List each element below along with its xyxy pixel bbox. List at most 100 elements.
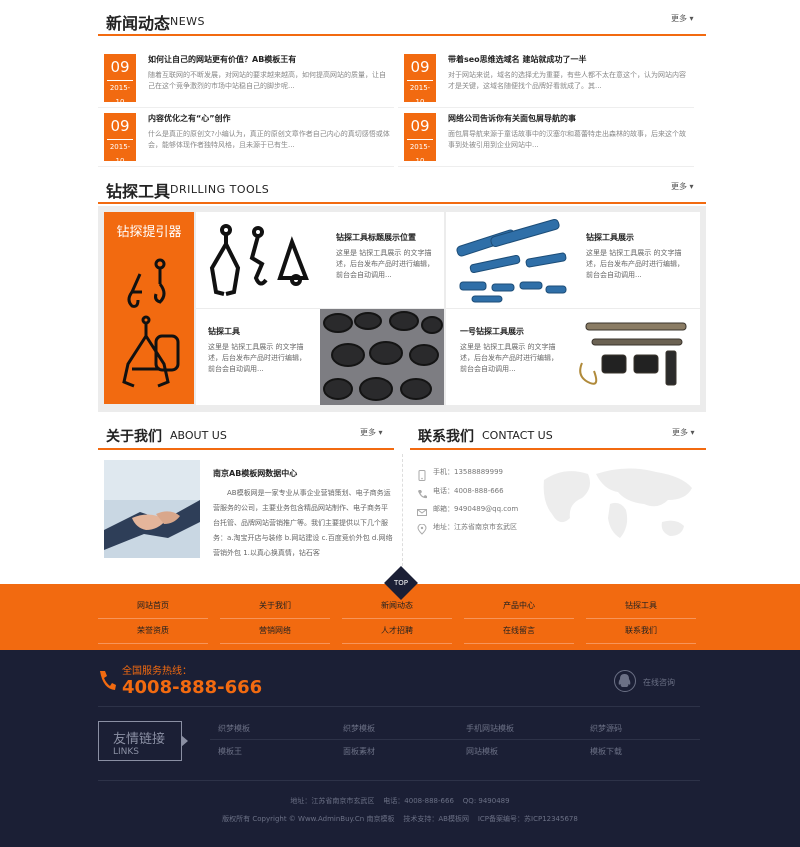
- tools-header: 钻探工具 DRILLING TOOLS 更多 ▾: [98, 174, 706, 204]
- tool-card[interactable]: 钻探工具 这里是 钻探工具展示 的文字描述，后台发布产品时进行编辑，前台会自动调…: [196, 309, 444, 405]
- back-to-top-label[interactable]: TOP: [389, 579, 413, 587]
- footer-nav-honors[interactable]: 荣誉资质: [98, 625, 208, 636]
- footer-nav-network[interactable]: 营销网络: [220, 625, 330, 636]
- links-arrow: [181, 735, 188, 747]
- divider: [98, 166, 394, 167]
- drill-rods-image: [456, 218, 567, 303]
- swivel-hook-image: [209, 224, 309, 296]
- tools-feature-label: 钻探提引器: [116, 225, 182, 240]
- tool-card[interactable]: 钻探工具展示 这里是 钻探工具展示 的文字描述，后台发布产品时进行编辑，前台会自…: [446, 212, 700, 308]
- divider: [98, 780, 700, 781]
- divider: [98, 706, 700, 707]
- about-desc: AB模板网是一家专业从事企业营销策划、电子商务运营服务的公司，主要业务包含精品网…: [213, 489, 393, 557]
- news-item-desc: 面包屑导航来源于童话故事中的汉塞尔和葛蕾特走出森林的故事，后来这个故事到处被引用…: [448, 130, 686, 149]
- footer-nav-news[interactable]: 新闻动态: [342, 600, 452, 611]
- links-badge: 友情链接 LINKS: [98, 721, 182, 761]
- friend-link[interactable]: 模板下载: [590, 746, 622, 757]
- about-more-link[interactable]: 更多 ▾: [360, 427, 383, 438]
- contact-title-en: CONTACT US: [482, 429, 553, 442]
- news-date-badge: 09 2015-10: [104, 54, 136, 106]
- footer-nav-home[interactable]: 网站首页: [98, 600, 208, 611]
- friend-link[interactable]: 织梦源码: [590, 723, 622, 734]
- mobile-icon: [417, 466, 427, 481]
- footer-nav-products[interactable]: 产品中心: [464, 600, 574, 611]
- divider: [586, 643, 696, 644]
- news-item[interactable]: 09 2015-10 网络公司告诉你有关面包屑导航的事 面包屑导航来源于童话故事中…: [398, 113, 694, 165]
- divider: [210, 739, 700, 740]
- footer-nav-jobs[interactable]: 人才招聘: [342, 625, 452, 636]
- news-date-badge: 09 2015-10: [104, 113, 136, 165]
- phone-hotline-icon: [98, 669, 116, 691]
- friend-link[interactable]: 织梦模板: [343, 723, 375, 734]
- contact-phone: 电话：4008-888-666: [433, 487, 504, 495]
- tool-title[interactable]: 钻探工具标题展示位置: [336, 232, 416, 243]
- about-title: 关于我们: [106, 429, 162, 445]
- divider: [98, 643, 208, 644]
- footer-nav-about[interactable]: 关于我们: [220, 600, 330, 611]
- contact-more-link[interactable]: 更多 ▾: [672, 427, 695, 438]
- news-item-title[interactable]: 如何让自己的网站更有价值？AB模板王有: [148, 54, 296, 65]
- news-date-badge: 09 2015-10: [404, 113, 436, 165]
- tool-card[interactable]: 钻探工具标题展示位置 这里是 钻探工具展示 的文字描述，后台发布产品时进行编辑，…: [196, 212, 444, 308]
- world-map-image: [543, 468, 692, 538]
- divider: [98, 107, 394, 108]
- friend-link[interactable]: 网站模板: [466, 746, 498, 757]
- divider: [464, 643, 574, 644]
- contact-email: 邮箱：9490489@qq.com: [433, 505, 519, 513]
- contact-address: 地址：江苏省南京市玄武区: [433, 523, 517, 531]
- friend-link[interactable]: 面板素材: [343, 746, 375, 757]
- footer-nav-message[interactable]: 在线留言: [464, 625, 574, 636]
- news-item[interactable]: 09 2015-10 带着seo思维选域名 建站就成功了一半 对于网站来说，域名的…: [398, 54, 694, 106]
- tool-title[interactable]: 一号钻探工具展示: [460, 326, 524, 337]
- divider: [398, 166, 694, 167]
- footer-nav-row: 荣誉资质 营销网络 人才招聘 在线留言 联系我们: [98, 619, 698, 643]
- about-header: 关于我们 ABOUT US 更多 ▾: [98, 420, 394, 450]
- tool-desc: 这里是 钻探工具展示 的文字描述，后台发布产品时进行编辑，前台会自动调用...: [586, 249, 684, 279]
- news-item-desc: 随着互联网的不断发展，对网站的要求越来越高，如何提高网站的质量，让自己在这个竞争…: [148, 71, 386, 90]
- drill-pipes-image: [579, 322, 687, 386]
- contact-mobile: 手机：13588889999: [433, 468, 503, 476]
- news-item[interactable]: 09 2015-10 内容优化之有“心”创作 什么是真正的原创文?小编认为，真正的…: [98, 113, 394, 165]
- drill-bits-image: [320, 309, 444, 405]
- news-item-desc: 什么是真正的原创文?小编认为，真正的原创文章作者自己内心的真切感悟或体会，能够体…: [148, 130, 390, 149]
- news-title-en: NEWS: [170, 15, 206, 28]
- footer-address: 地址：江苏省南京市玄武区 电话：4008-888-666 QQ: 9490489: [290, 797, 510, 805]
- footer-nav-tools[interactable]: 钻探工具: [586, 600, 696, 611]
- friend-link[interactable]: 手机网站模板: [466, 723, 514, 734]
- friend-link[interactable]: 模板王: [218, 746, 242, 757]
- divider: [220, 643, 330, 644]
- news-date-badge: 09 2015-10: [404, 54, 436, 106]
- footer-nav-contact[interactable]: 联系我们: [586, 625, 696, 636]
- tool-desc: 这里是 钻探工具展示 的文字描述，后台发布产品时进行编辑，前台会自动调用...: [336, 249, 434, 279]
- news-item-desc: 对于网站来说，域名的选择尤为重要，有些人都不太在意这个，认为网站内容才是关键，这…: [448, 71, 686, 90]
- about-company[interactable]: 南京AB模板网数据中心: [213, 468, 297, 479]
- news-item-title[interactable]: 带着seo思维选域名 建站就成功了一半: [448, 54, 586, 65]
- tool-desc: 这里是 钻探工具展示 的文字描述，后台发布产品时进行编辑，前台会自动调用...: [208, 343, 306, 373]
- news-more-link[interactable]: 更多 ▾: [671, 13, 694, 24]
- news-item-title[interactable]: 内容优化之有“心”创作: [148, 113, 231, 124]
- online-consult-link[interactable]: 在线咨询: [643, 677, 675, 688]
- tools-more-link[interactable]: 更多 ▾: [671, 181, 694, 192]
- contact-title: 联系我们: [418, 429, 474, 445]
- friend-link[interactable]: 织梦模板: [218, 723, 250, 734]
- mail-icon: [417, 503, 427, 516]
- tools-title-en: DRILLING TOOLS: [170, 183, 270, 196]
- links-title: 友情链接: [113, 732, 166, 747]
- location-icon: [417, 520, 427, 535]
- tool-card[interactable]: 一号钻探工具展示 这里是 钻探工具展示 的文字描述，后台发布产品时进行编辑，前台…: [446, 309, 700, 405]
- about-title-en: ABOUT US: [170, 429, 227, 442]
- news-item-title[interactable]: 网络公司告诉你有关面包屑导航的事: [448, 113, 576, 124]
- news-title: 新闻动态: [106, 14, 171, 33]
- tools-feature-card[interactable]: 钻探提引器: [104, 212, 194, 404]
- tool-title[interactable]: 钻探工具展示: [586, 232, 634, 243]
- tool-title[interactable]: 钻探工具: [208, 326, 240, 337]
- hotline-label: 全国服务热线：: [122, 666, 192, 677]
- phone-icon: [417, 485, 427, 499]
- news-item[interactable]: 09 2015-10 如何让自己的网站更有价值？AB模板王有 随着互联网的不断发展…: [98, 54, 394, 106]
- news-header: 新闻动态 NEWS 更多 ▾: [98, 6, 706, 36]
- lifting-hook-image: [122, 258, 180, 388]
- divider: [342, 643, 452, 644]
- tools-title: 钻探工具: [106, 182, 171, 201]
- divider: [398, 107, 694, 108]
- qq-icon[interactable]: [614, 670, 636, 692]
